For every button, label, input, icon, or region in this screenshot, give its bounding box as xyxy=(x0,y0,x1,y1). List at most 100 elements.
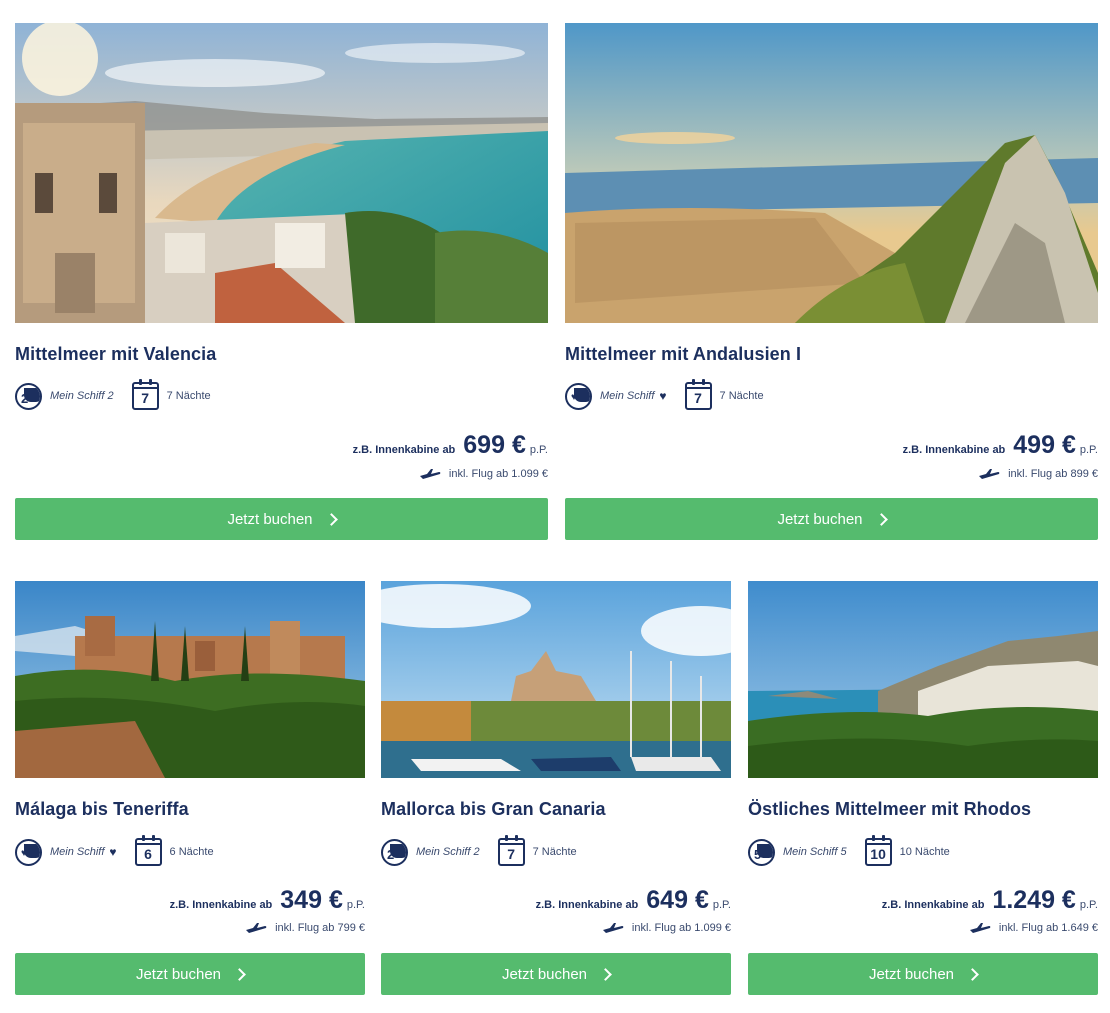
ship-badge-icon: ♥ xyxy=(15,838,42,866)
price-value: 349 € xyxy=(280,886,343,914)
nights-label: 7 Nächte xyxy=(532,846,577,858)
cruise-card-malaga[interactable]: Málaga bis Teneriffa ♥ Mein Schiff ♥ 6 6… xyxy=(15,581,365,995)
ship-badge-icon: 5 xyxy=(748,838,775,866)
book-now-button[interactable]: Jetzt buchen xyxy=(15,498,548,540)
price-line: z.B. Innenkabine ab 349 € p.P. xyxy=(170,886,365,915)
price-line: z.B. Innenkabine ab 1.249 € p.P. xyxy=(882,886,1098,915)
chevron-right-icon xyxy=(599,967,612,981)
chevron-right-icon xyxy=(966,967,979,981)
ship-badge-icon: 2 xyxy=(381,838,408,866)
calendar-icon: 10 xyxy=(864,835,892,866)
book-now-label: Jetzt buchen xyxy=(135,965,222,983)
flight-line: inkl. Flug ab 1.099 € xyxy=(419,468,548,480)
flight-price: inkl. Flug ab 1.099 € xyxy=(448,468,548,480)
chevron-right-icon xyxy=(324,512,338,526)
airplane-icon xyxy=(969,923,991,933)
book-now-label: Jetzt buchen xyxy=(777,510,863,528)
nights-number: 7 xyxy=(141,390,149,406)
book-now-button[interactable]: Jetzt buchen xyxy=(15,953,365,995)
calendar-icon: 7 xyxy=(684,379,712,410)
card-title[interactable]: Mittelmeer mit Andalusien I xyxy=(565,344,801,365)
ship-number: 2 xyxy=(387,846,395,862)
cruise-card-rhodos[interactable]: Östliches Mittelmeer mit Rhodos 5 Mein S… xyxy=(748,581,1098,995)
ship-name: Mein Schiff 2 xyxy=(50,390,114,402)
nights-number: 10 xyxy=(870,846,886,862)
cruise-card-mallorca[interactable]: Mallorca bis Gran Canaria 2 Mein Schiff … xyxy=(381,581,731,995)
price-prefix: z.B. Innenkabine ab xyxy=(902,444,1006,456)
price-line: z.B. Innenkabine ab 699 € p.P. xyxy=(353,431,548,460)
palma-harbor-photo[interactable] xyxy=(381,581,731,778)
price-prefix: z.B. Innenkabine ab xyxy=(535,899,639,911)
per-person-label: p.P. xyxy=(1079,899,1098,911)
book-now-button[interactable]: Jetzt buchen xyxy=(381,953,731,995)
book-now-label: Jetzt buchen xyxy=(227,510,313,528)
airplane-icon xyxy=(979,469,1000,479)
calendar-icon: 7 xyxy=(131,379,159,410)
flight-line: inkl. Flug ab 1.099 € xyxy=(602,922,731,934)
per-person-label: p.P. xyxy=(712,899,731,911)
card-title[interactable]: Málaga bis Teneriffa xyxy=(15,799,189,820)
price-value: 699 € xyxy=(463,431,526,459)
gibraltar-rock-photo[interactable] xyxy=(565,23,1098,323)
cruise-card-valencia[interactable]: Mittelmeer mit Valencia 2 Mein Schiff 2 … xyxy=(15,23,548,540)
price-prefix: z.B. Innenkabine ab xyxy=(352,444,456,456)
price-prefix: z.B. Innenkabine ab xyxy=(881,899,985,911)
flight-price: inkl. Flug ab 1.099 € xyxy=(631,922,731,934)
calendar-icon: 6 xyxy=(134,835,162,866)
flight-price: inkl. Flug ab 799 € xyxy=(275,922,365,934)
per-person-label: p.P. xyxy=(346,899,365,911)
valencia-coast-photo[interactable] xyxy=(15,23,548,323)
nights-label: 7 Nächte xyxy=(719,390,764,402)
airplane-icon xyxy=(602,923,624,933)
card-meta: ♥ Mein Schiff ♥ 6 6 Nächte xyxy=(15,835,214,866)
per-person-label: p.P. xyxy=(1079,444,1098,456)
nights-label: 10 Nächte xyxy=(899,846,950,858)
cruise-card-andalusien[interactable]: Mittelmeer mit Andalusien I ♥ Mein Schif… xyxy=(565,23,1098,540)
card-title[interactable]: Mallorca bis Gran Canaria xyxy=(381,799,606,820)
ship-name: Mein Schiff 2 xyxy=(416,846,480,858)
chevron-right-icon xyxy=(874,512,888,526)
flight-price: inkl. Flug ab 1.649 € xyxy=(998,922,1098,934)
flight-price: inkl. Flug ab 899 € xyxy=(1008,468,1098,480)
book-now-button[interactable]: Jetzt buchen xyxy=(565,498,1098,540)
flight-line: inkl. Flug ab 899 € xyxy=(978,468,1098,480)
alhambra-photo[interactable] xyxy=(15,581,365,778)
flight-line: inkl. Flug ab 1.649 € xyxy=(969,922,1098,934)
calendar-icon: 7 xyxy=(497,835,525,866)
per-person-label: p.P. xyxy=(529,444,548,456)
ship-number: 5 xyxy=(754,846,762,862)
ship-badge-icon: 2 xyxy=(15,382,42,410)
nights-number: 6 xyxy=(144,846,152,862)
book-now-label: Jetzt buchen xyxy=(501,965,588,983)
nights-number: 7 xyxy=(694,390,702,406)
nights-label: 6 Nächte xyxy=(169,846,214,858)
price-value: 499 € xyxy=(1013,431,1076,459)
heart-icon: ♥ xyxy=(109,845,117,859)
ship-badge-icon: ♥ xyxy=(565,382,592,410)
heart-icon: ♥ xyxy=(659,389,667,403)
ship-name: Mein Schiff 5 xyxy=(783,846,847,858)
flight-line: inkl. Flug ab 799 € xyxy=(245,922,365,934)
card-meta: 5 Mein Schiff 5 10 10 Nächte xyxy=(748,835,950,866)
card-meta: 2 Mein Schiff 2 7 7 Nächte xyxy=(15,379,211,410)
card-meta: 2 Mein Schiff 2 7 7 Nächte xyxy=(381,835,577,866)
rhodes-lindos-photo[interactable] xyxy=(748,581,1098,778)
price-prefix: z.B. Innenkabine ab xyxy=(169,899,273,911)
card-title[interactable]: Östliches Mittelmeer mit Rhodos xyxy=(748,799,1031,820)
card-title[interactable]: Mittelmeer mit Valencia xyxy=(15,344,216,365)
airplane-icon xyxy=(246,923,267,933)
price-line: z.B. Innenkabine ab 499 € p.P. xyxy=(903,431,1098,460)
ship-name: Mein Schiff xyxy=(50,846,105,858)
nights-number: 7 xyxy=(507,846,515,862)
nights-label: 7 Nächte xyxy=(166,390,211,402)
ship-name: Mein Schiff xyxy=(600,390,655,402)
chevron-right-icon xyxy=(233,967,246,981)
book-now-button[interactable]: Jetzt buchen xyxy=(748,953,1098,995)
price-value: 649 € xyxy=(646,886,709,914)
price-value: 1.249 € xyxy=(992,886,1076,914)
airplane-icon xyxy=(419,469,441,479)
card-meta: ♥ Mein Schiff ♥ 7 7 Nächte xyxy=(565,379,764,410)
book-now-label: Jetzt buchen xyxy=(868,965,955,983)
price-line: z.B. Innenkabine ab 649 € p.P. xyxy=(536,886,731,915)
ship-number: 2 xyxy=(21,390,29,406)
